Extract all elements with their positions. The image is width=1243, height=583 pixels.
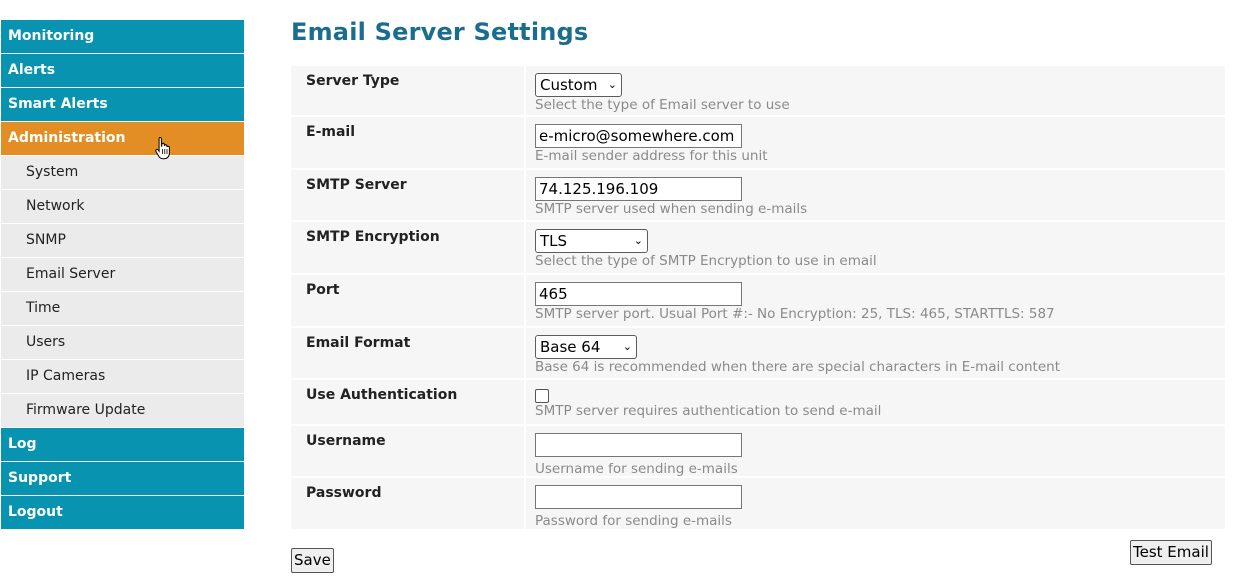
email-format-label: Email Format [306, 335, 411, 351]
sidebar-subitem-email-server[interactable]: Email Server [1, 258, 244, 291]
email-format-select[interactable]: Base 64 ⌄ [535, 335, 637, 359]
sidebar-item-smart-alerts[interactable]: Smart Alerts [1, 88, 244, 121]
smtp-server-hint: SMTP server used when sending e-mails [535, 201, 808, 217]
sidebar-item-logout[interactable]: Logout [1, 496, 244, 529]
sidebar-subitem-system[interactable]: System [1, 156, 244, 189]
smtp-encryption-select[interactable]: TLS ⌄ [535, 229, 648, 253]
sidebar-item-alerts[interactable]: Alerts [1, 54, 244, 87]
server-type-select[interactable]: Custom ⌄ [535, 73, 622, 97]
email-format-hint: Base 64 is recommended when there are sp… [535, 359, 1060, 375]
sidebar-item-log[interactable]: Log [1, 428, 244, 461]
sidebar-item-monitoring[interactable]: Monitoring [1, 20, 244, 53]
email-label: E-mail [306, 124, 356, 140]
hand-pointer-icon [155, 136, 170, 160]
row-port: Port 465 SMTP server port. Usual Port #:… [291, 275, 1225, 328]
chevron-down-icon: ⌄ [622, 340, 632, 353]
row-smtp-server: SMTP Server 74.125.196.109 SMTP server u… [291, 170, 1225, 222]
row-username: Username Username for sending e-mails [291, 426, 1225, 478]
server-type-label: Server Type [306, 73, 400, 89]
email-format-value: Base 64 [540, 338, 601, 356]
smtp-server-field[interactable]: 74.125.196.109 [535, 177, 742, 201]
sidebar-item-label: Administration [8, 130, 126, 146]
use-authentication-checkbox[interactable] [535, 389, 549, 403]
row-email: E-mail e-micro@somewhere.com E-mail send… [291, 117, 1225, 170]
use-authentication-hint: SMTP server requires authentication to s… [535, 403, 882, 419]
username-hint: Username for sending e-mails [535, 461, 738, 477]
use-authentication-label: Use Authentication [306, 387, 458, 403]
smtp-encryption-value: TLS [540, 232, 568, 250]
email-field[interactable]: e-micro@somewhere.com [535, 124, 742, 148]
sidebar-subitem-users[interactable]: Users [1, 326, 244, 359]
username-label: Username [306, 433, 386, 449]
smtp-encryption-hint: Select the type of SMTP Encryption to us… [535, 253, 877, 269]
row-email-format: Email Format Base 64 ⌄ Base 64 is recomm… [291, 328, 1225, 380]
server-type-hint: Select the type of Email server to use [535, 97, 790, 113]
sidebar-subitem-firmware-update[interactable]: Firmware Update [1, 394, 244, 427]
row-use-authentication: Use Authentication SMTP server requires … [291, 380, 1225, 426]
page-title: Email Server Settings [291, 18, 589, 46]
settings-table: Server Type Custom ⌄ Select the type of … [291, 66, 1225, 531]
sidebar-nav: Monitoring Alerts Smart Alerts Administr… [1, 20, 244, 530]
save-button[interactable]: Save [291, 548, 334, 573]
sidebar-subitem-time[interactable]: Time [1, 292, 244, 325]
port-hint: SMTP server port. Usual Port #:- No Encr… [535, 306, 1055, 322]
chevron-down-icon: ⌄ [633, 234, 643, 247]
sidebar-subitem-snmp[interactable]: SNMP [1, 224, 244, 257]
sidebar-item-support[interactable]: Support [1, 462, 244, 495]
password-hint: Password for sending e-mails [535, 513, 732, 529]
row-smtp-encryption: SMTP Encryption TLS ⌄ Select the type of… [291, 222, 1225, 275]
row-password: Password Password for sending e-mails [291, 478, 1225, 531]
email-hint: E-mail sender address for this unit [535, 148, 768, 164]
server-type-value: Custom [540, 76, 598, 94]
sidebar-subitem-network[interactable]: Network [1, 190, 244, 223]
username-field[interactable] [535, 433, 742, 457]
password-label: Password [306, 485, 382, 501]
port-field[interactable]: 465 [535, 282, 742, 306]
smtp-server-label: SMTP Server [306, 177, 407, 193]
sidebar-item-administration[interactable]: Administration [1, 122, 244, 160]
port-label: Port [306, 282, 340, 298]
row-server-type: Server Type Custom ⌄ Select the type of … [291, 66, 1225, 117]
test-email-button[interactable]: Test Email [1130, 540, 1212, 565]
sidebar-subitem-ip-cameras[interactable]: IP Cameras [1, 360, 244, 393]
smtp-encryption-label: SMTP Encryption [306, 229, 440, 245]
password-field[interactable] [535, 485, 742, 509]
chevron-down-icon: ⌄ [607, 78, 617, 91]
